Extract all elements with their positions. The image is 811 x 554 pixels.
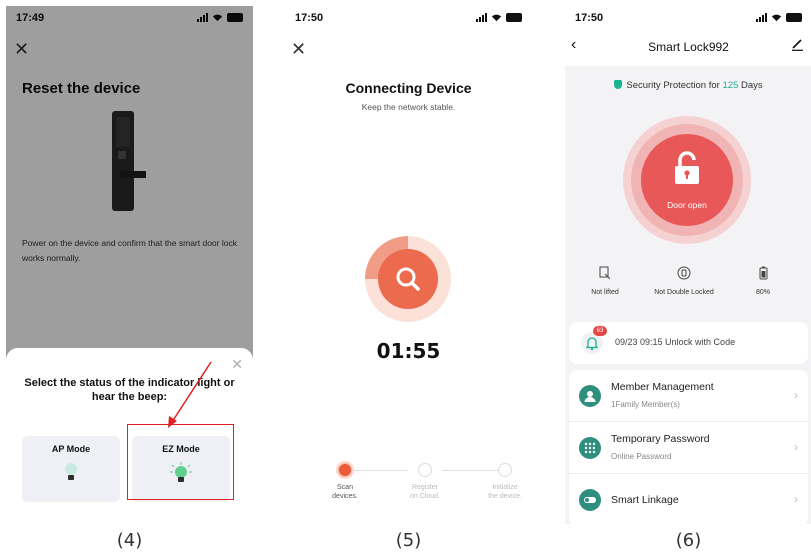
status-bar: 17:50 bbox=[565, 6, 811, 28]
cloud-icon bbox=[418, 463, 432, 477]
settings-menu: Member Management 1Family Member(s) › Te… bbox=[569, 370, 808, 524]
stat-battery-label: 80% bbox=[755, 289, 770, 296]
step-scan-indicator bbox=[338, 463, 352, 477]
ap-mode-button[interactable]: AP Mode bbox=[22, 436, 120, 502]
menu-item-title: Temporary Password bbox=[611, 433, 710, 445]
stat-lift-label: Not lifted bbox=[591, 289, 619, 296]
countdown-timer: 01:55 bbox=[376, 339, 441, 363]
step-initialize: Initialize the device. bbox=[475, 463, 532, 501]
unlock-button[interactable]: Door open bbox=[623, 116, 751, 244]
scanning-radar-icon bbox=[365, 236, 451, 322]
wifi-icon bbox=[491, 14, 502, 22]
caption-step-4: (4) bbox=[116, 530, 143, 551]
open-padlock-icon bbox=[675, 151, 699, 184]
security-days: 125 bbox=[722, 80, 739, 91]
refresh-icon bbox=[498, 463, 512, 477]
ez-mode-highlight bbox=[127, 424, 234, 500]
caption-step-5: (5) bbox=[395, 530, 422, 551]
step-register-label: Register bbox=[411, 484, 439, 491]
stat-lift: Not lifted bbox=[565, 266, 645, 296]
menu-item-subtitle: 1Family Member(s) bbox=[611, 400, 680, 409]
chevron-right-icon: › bbox=[794, 388, 798, 402]
security-suffix: Days bbox=[738, 80, 763, 91]
battery-icon bbox=[759, 266, 767, 280]
step-initialize-label: Initialize bbox=[492, 484, 518, 491]
door-status: Door open bbox=[667, 200, 707, 210]
device-name: Smart Lock992 bbox=[648, 40, 729, 54]
menu-smart-linkage[interactable]: Smart Linkage › bbox=[569, 474, 808, 524]
ap-mode-label: AP Mode bbox=[51, 444, 91, 454]
member-icon bbox=[579, 385, 601, 407]
menu-item-title: Smart Linkage bbox=[611, 494, 679, 506]
step-initialize-label-2: the device. bbox=[488, 493, 522, 500]
edit-icon[interactable] bbox=[791, 38, 804, 51]
nav-bar: ‹ Smart Lock992 bbox=[565, 28, 811, 66]
stat-battery: 80% bbox=[723, 266, 803, 296]
caption-step-6: (6) bbox=[675, 530, 702, 551]
status-bar: 17:50 bbox=[285, 6, 532, 28]
step-register-label-2: on Cloud. bbox=[410, 493, 440, 500]
sheet-close-icon[interactable]: ✕ bbox=[231, 356, 243, 373]
toggle-icon bbox=[579, 489, 601, 511]
keypad-icon bbox=[579, 437, 601, 459]
mode-select-sheet: ✕ Select the status of the indicator lig… bbox=[6, 348, 253, 524]
double-lock-icon bbox=[677, 266, 691, 280]
connecting-device-screen: 17:50 ✕ Connecting Device Keep the netwo… bbox=[285, 6, 532, 524]
smart-lock-home-screen: 17:50 ‹ Smart Lock992 Security Protectio… bbox=[565, 6, 811, 524]
chevron-right-icon: › bbox=[794, 492, 798, 506]
connection-steps: Scan devices. Register on Cloud. Initializ… bbox=[315, 463, 522, 513]
status-time: 17:50 bbox=[575, 12, 604, 24]
menu-member-management[interactable]: Member Management 1Family Member(s) › bbox=[569, 370, 808, 422]
unlock-record-text: 09/23 09:15 Unlock with Code bbox=[615, 337, 736, 347]
lift-sensor-icon bbox=[599, 266, 611, 280]
security-protection: Security Protection for 125 Days bbox=[565, 80, 811, 91]
status-time: 17:50 bbox=[295, 12, 324, 24]
chevron-right-icon: › bbox=[794, 440, 798, 454]
menu-temporary-password[interactable]: Temporary Password Online Password › bbox=[569, 422, 808, 474]
unlock-core: Door open bbox=[641, 134, 733, 226]
signal-icon bbox=[476, 13, 487, 22]
step-scan-label: Scan bbox=[337, 484, 353, 491]
step-scan-label-2: devices. bbox=[332, 493, 358, 500]
signal-icon bbox=[756, 13, 767, 22]
menu-item-title: Member Management bbox=[611, 381, 714, 393]
close-icon[interactable]: ✕ bbox=[291, 40, 306, 58]
shield-icon bbox=[614, 80, 623, 89]
step-scan: Scan devices. bbox=[315, 463, 375, 501]
security-prefix: Security Protection for bbox=[626, 80, 723, 91]
step-register: Register on Cloud. bbox=[395, 463, 455, 501]
battery-status-icon bbox=[786, 13, 802, 22]
steady-light-icon bbox=[65, 463, 77, 480]
lock-status-row: Not lifted Not Double Locked 80% bbox=[573, 266, 804, 306]
page-subtitle: Keep the network stable. bbox=[361, 102, 456, 112]
stat-double-lock-label: Not Double Locked bbox=[654, 289, 714, 296]
stat-double-lock: Not Double Locked bbox=[644, 266, 724, 296]
menu-item-subtitle: Online Password bbox=[611, 452, 672, 461]
page-title: Connecting Device bbox=[345, 80, 472, 96]
wifi-icon bbox=[771, 14, 782, 22]
battery-status-icon bbox=[506, 13, 522, 22]
notification-badge: 63 bbox=[593, 326, 607, 336]
unlock-record-item[interactable]: 63 09/23 09:15 Unlock with Code bbox=[569, 322, 808, 364]
reset-device-screen: 17:49 ✕ Reset the device Power on the de… bbox=[6, 6, 253, 524]
pointer-arrow-icon bbox=[168, 361, 212, 428]
